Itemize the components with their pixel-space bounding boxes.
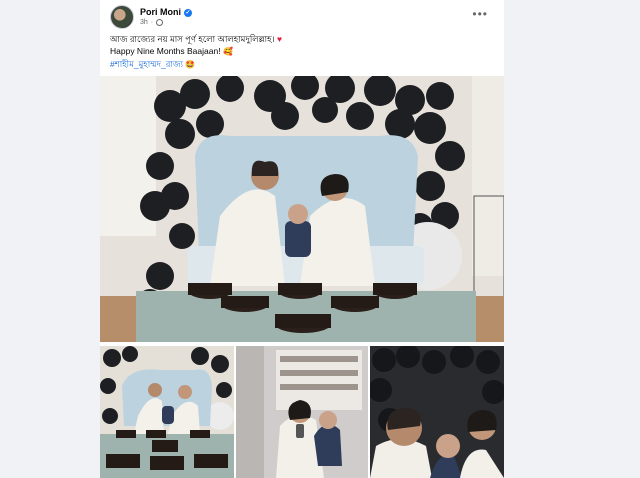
post-caption: আজ রাজ্যের নয় মাস পূর্ণ হলো আলহামদুলিল্… [110, 33, 494, 71]
caption-line-1-text: আজ রাজ্যের নয় মাস পূর্ণ হলো আলহামদুলিল্… [110, 34, 275, 44]
caption-line-3: #শাহীম_মুহাম্মদ_রাজ্য 🤩 [110, 58, 494, 71]
author-name-text[interactable]: Pori Moni [140, 7, 181, 17]
thumbnail-1-illustration [100, 346, 234, 478]
post-timestamp[interactable]: 3h [140, 19, 148, 26]
thumbnail-3-illustration [370, 346, 504, 478]
father-hair [251, 160, 279, 176]
globe-icon [156, 19, 164, 26]
smiling-face-emoji-icon: 🥰 [222, 47, 233, 56]
author-name[interactable]: Pori Moni ✓ [140, 7, 192, 17]
hashtag-link[interactable]: #শাহীম_মুহাম্মদ_রাজ্য [110, 59, 183, 69]
post-photo-thumbnail-2[interactable] [236, 346, 368, 478]
meta-separator: · [150, 19, 154, 26]
baby-head [288, 204, 308, 224]
post-photo-thumbnail-3[interactable] [370, 346, 504, 478]
right-window [472, 76, 504, 276]
post-photo-main[interactable] [100, 76, 504, 342]
thumbnail-2-illustration [236, 346, 368, 478]
post-header: Pori Moni ✓ 3h · ••• [110, 5, 494, 31]
caption-line-2-text: Happy Nine Months Baajaan! [110, 46, 221, 56]
facebook-post: Pori Moni ✓ 3h · ••• আজ রাজ্যের নয় মাস প… [100, 0, 504, 478]
main-photo-illustration [100, 76, 504, 342]
heart-icon: ♥ [276, 34, 283, 44]
post-meta: 3h · [140, 19, 164, 26]
avatar[interactable] [110, 5, 134, 29]
more-options-button[interactable]: ••• [472, 7, 488, 21]
star-eyes-emoji-icon: 🤩 [185, 60, 196, 69]
verified-badge-icon: ✓ [184, 9, 192, 17]
baby-figure [285, 221, 311, 257]
caption-line-2: Happy Nine Months Baajaan! 🥰 [110, 45, 494, 58]
page-gutter-right [504, 0, 640, 478]
post-photo-thumbnail-1[interactable] [100, 346, 234, 478]
page-gutter-left [0, 0, 100, 478]
caption-line-1: আজ রাজ্যের নয় মাস পূর্ণ হলো আলহামদুলিল্… [110, 33, 494, 45]
